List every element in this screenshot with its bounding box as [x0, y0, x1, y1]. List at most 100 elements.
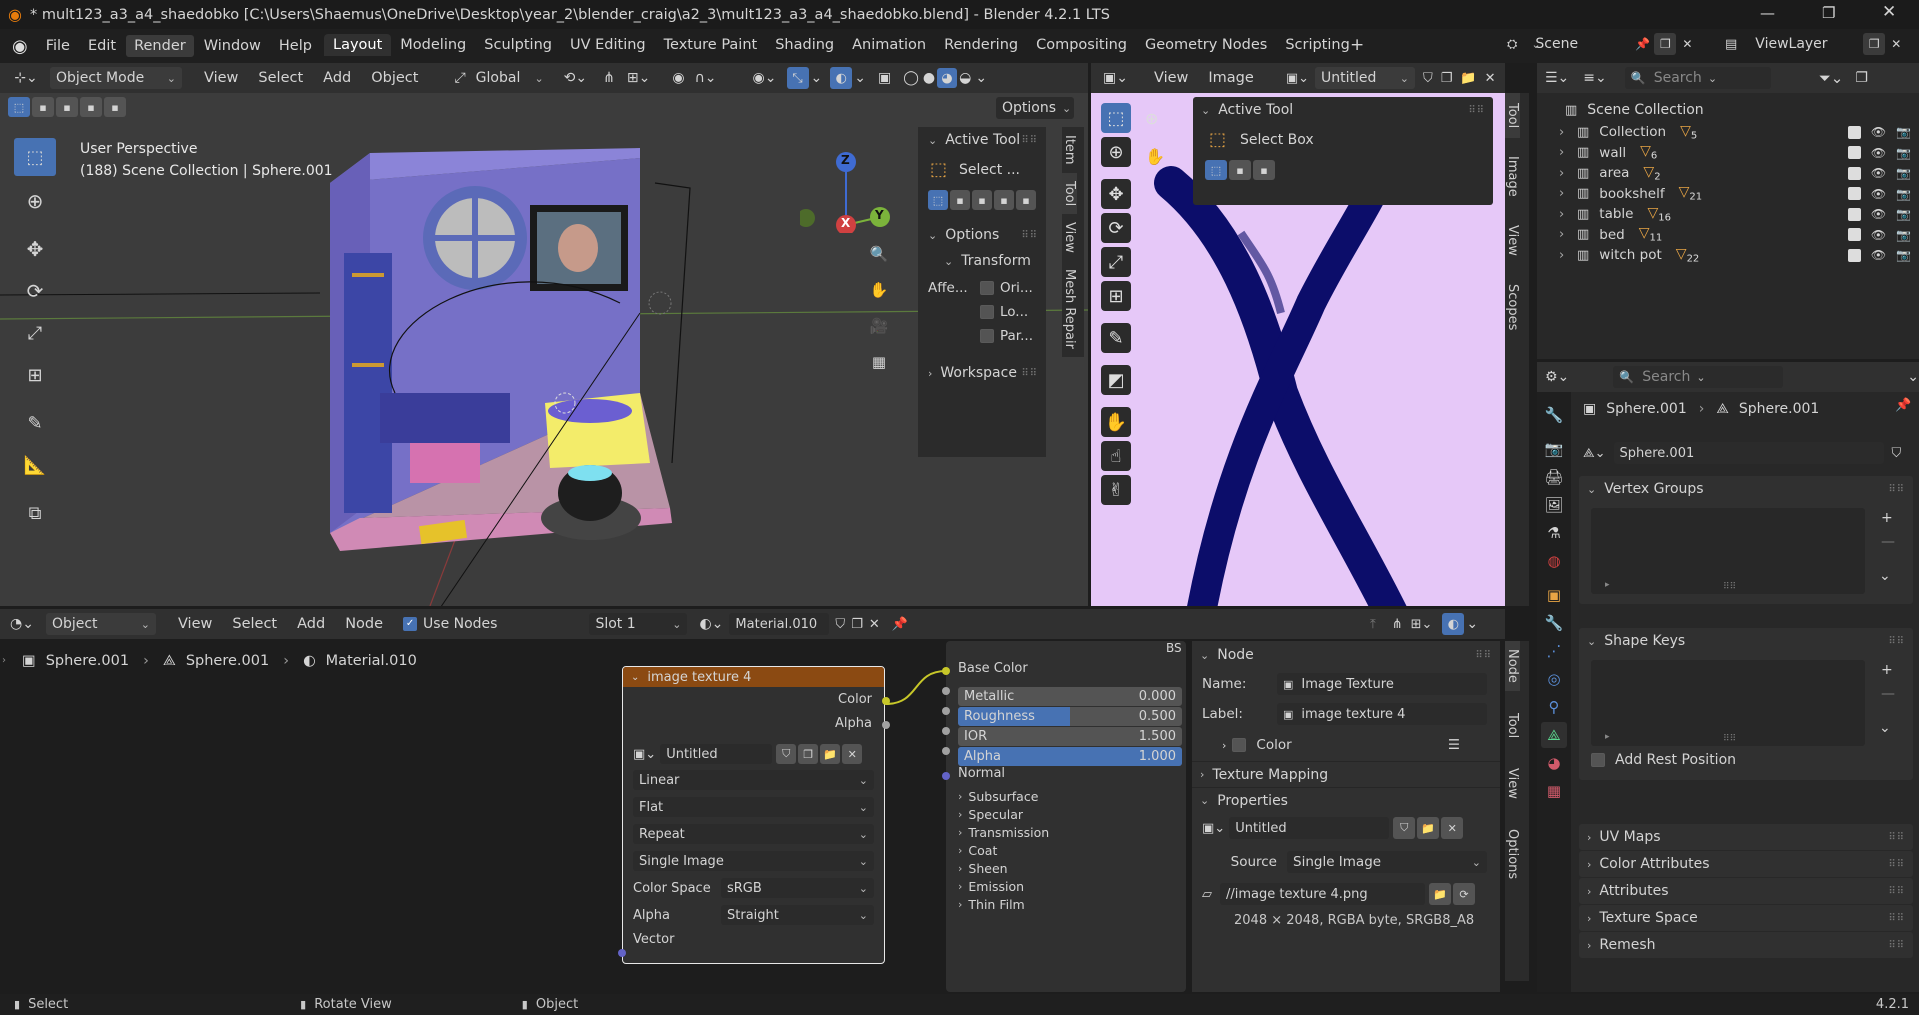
viewport-tab-mesh-repair[interactable]: Mesh Repair — [1062, 261, 1077, 357]
properties-type-icon[interactable]: ⚙⌄ — [1545, 369, 1569, 385]
viewlayer-name[interactable]: ViewLayer — [1755, 36, 1863, 52]
open-image-icon[interactable]: 📁 — [1460, 71, 1476, 86]
affect-locations-checkbox[interactable] — [980, 305, 994, 319]
visibility-eye-icon[interactable]: 👁 — [1871, 125, 1886, 139]
expand-icon[interactable]: › — [1559, 125, 1577, 140]
scene-selector[interactable]: ⛭ Scene 📌 ❐ ✕ — [1507, 33, 1698, 55]
base-color-socket[interactable] — [942, 667, 950, 675]
options-header[interactable]: ⌄ Options ⠿⠿ — [918, 222, 1046, 248]
bsdf-metallic-field[interactable]: Metallic 0.000 — [958, 687, 1182, 706]
modifier-tab-icon[interactable]: 🔧 — [1541, 610, 1567, 636]
side-image-field[interactable]: Untitled — [1229, 817, 1390, 839]
outliner-type-icon[interactable]: ☰⌄ — [1545, 70, 1569, 86]
np-select-subtract-icon[interactable]: ▪ — [972, 190, 992, 210]
outliner-row[interactable]: › ▥ table ▽16 👁 📷 — [1537, 204, 1919, 225]
new-image-icon[interactable]: ❐ — [1441, 71, 1453, 86]
scale-tool-icon[interactable]: ⤢ — [14, 314, 56, 352]
bsdf-section-thin-film[interactable]: › Thin Film — [958, 895, 1182, 913]
mesh-browse-icon[interactable]: ⟁⌄ — [1583, 446, 1606, 461]
outliner[interactable]: ☰⌄ ≡⌄ 🔍 Search ⏷⌄ ❐ ▥ Scene Collection ›… — [1537, 63, 1919, 359]
ie-tab-image[interactable]: Image — [1505, 146, 1520, 207]
visibility-eye-icon[interactable]: 👁 — [1871, 248, 1886, 262]
ie-tab-scopes[interactable]: Scopes — [1505, 274, 1520, 340]
navigation-gizmo[interactable]: Z Y X — [797, 133, 900, 279]
np-select-new-icon[interactable]: ⬚ — [928, 190, 948, 210]
workspace-tab-geometry-nodes[interactable]: Geometry Nodes — [1136, 34, 1276, 56]
bsdf-input-socket[interactable] — [942, 707, 950, 715]
side-fake-user-icon[interactable]: ⛉ — [1393, 817, 1416, 839]
shape-key-menu-icon[interactable]: ⌄ — [1879, 720, 1891, 736]
prop-section-texture-space[interactable]: › Texture Space ⠿⠿ — [1579, 905, 1913, 931]
ie-scale-tool-icon[interactable]: ⤢ — [1101, 247, 1131, 277]
image-editor[interactable]: ▣⌄ ViewImage ▣⌄ Untitled ⛉ ❐ 📁 ✕ ⬚ ⊕ ✥ ⟳… — [1091, 63, 1505, 606]
add-vertex-group-icon[interactable]: + — [1881, 510, 1893, 526]
alpha-output-socket[interactable] — [882, 721, 890, 729]
camera-view-icon[interactable]: 🎥 — [866, 313, 892, 339]
principled-bsdf-node[interactable]: BS Base Color Metallic 0.000 Roughness 0.50… — [942, 641, 1186, 992]
viewlayer-selector[interactable]: ▤ ViewLayer ❐ ✕ — [1725, 33, 1907, 55]
menu-render[interactable]: Render — [126, 35, 194, 57]
ie-move-tool-icon[interactable]: ✥ — [1101, 179, 1131, 209]
image-browse-icon[interactable]: ▣⌄ — [1286, 71, 1309, 86]
node-color-checkbox[interactable] — [1232, 738, 1247, 752]
ortho-grid-icon[interactable]: ▦ — [866, 349, 892, 375]
bsdf-section-specular[interactable]: › Specular — [958, 805, 1182, 823]
menu-window[interactable]: Window — [196, 35, 269, 57]
properties-editor[interactable]: ⚙⌄ 🔍 Search ⌄ 🔧 📷 🖨 🖼 ⚗ ◍ ▣ 🔧 ⋰ ◎ ⚲ ⟁ ◕ … — [1537, 362, 1919, 992]
annotate-tool-icon[interactable]: ✎ — [14, 404, 56, 442]
delete-scene-icon[interactable]: ✕ — [1676, 33, 1698, 55]
add-cube-tool-icon[interactable]: ⧉ — [14, 494, 56, 532]
node-tab-view[interactable]: View — [1505, 760, 1520, 807]
close-icon[interactable]: ✕ — [1882, 2, 1896, 22]
exclude-checkbox[interactable] — [1847, 228, 1861, 242]
select-box-tool-icon[interactable]: ⬚ — [14, 138, 56, 176]
workspace-header[interactable]: › Workspace ⠿⠿ — [918, 360, 1046, 386]
node-unlink-image-icon[interactable]: ✕ — [842, 744, 863, 764]
image-editor-type-icon[interactable]: ▣⌄ — [1103, 70, 1128, 86]
workspace-tab-scripting[interactable]: Scripting — [1276, 34, 1358, 56]
node-fake-user-icon[interactable]: ⛉ — [776, 744, 797, 764]
texture-tab-icon[interactable]: ▦ — [1541, 778, 1567, 804]
measure-tool-icon[interactable]: 📐 — [14, 446, 56, 484]
node-name-field[interactable]: ▣ Image Texture — [1277, 673, 1487, 695]
ie-active-tool-header[interactable]: ⌄ Active Tool ⠿⠿ — [1193, 97, 1493, 123]
particles-tab-icon[interactable]: ⋰ — [1541, 638, 1567, 664]
tool-tab-icon[interactable]: 🔧 — [1541, 402, 1567, 428]
bsdf-ior-field[interactable]: IOR 1.500 — [958, 727, 1182, 746]
remove-vertex-group-icon[interactable]: — — [1881, 534, 1895, 550]
node-color-menu-icon[interactable]: ☰ — [1448, 737, 1460, 753]
bsdf-input-socket[interactable] — [942, 727, 950, 735]
outliner-row[interactable]: › ▥ witch pot ▽22 👁 📷 — [1537, 245, 1919, 266]
exclude-checkbox[interactable] — [1847, 248, 1861, 262]
active-tool-header[interactable]: ⌄ Active Tool ⠿⠿ — [918, 127, 1046, 153]
node-color-row[interactable]: › Color ☰ — [1192, 729, 1500, 761]
image-name-field[interactable]: Untitled — [1315, 67, 1415, 89]
workspace-tab-rendering[interactable]: Rendering — [935, 34, 1027, 56]
render-camera-icon[interactable]: 📷 — [1896, 146, 1911, 160]
world-tab-icon[interactable]: ◍ — [1541, 548, 1567, 574]
workspace-tab-sculpting[interactable]: Sculpting — [475, 34, 561, 56]
workspace-tab-shading[interactable]: Shading — [766, 34, 843, 56]
blender-menu-icon[interactable]: ◉ — [12, 36, 28, 57]
color-space-dropdown[interactable]: sRGB — [721, 878, 874, 898]
new-viewlayer-icon[interactable]: ❐ — [1863, 33, 1886, 55]
prop-section-attributes[interactable]: › Attributes ⠿⠿ — [1579, 878, 1913, 904]
menu-file[interactable]: File — [38, 35, 78, 57]
render-camera-icon[interactable]: 📷 — [1896, 187, 1911, 201]
visibility-eye-icon[interactable]: 👁 — [1871, 228, 1886, 242]
texture-mapping-header[interactable]: › Texture Mapping — [1192, 761, 1500, 787]
outliner-row[interactable]: › ▥ bed ▽11 👁 📷 — [1537, 225, 1919, 246]
normal-socket[interactable] — [942, 772, 950, 780]
menu-edit[interactable]: Edit — [80, 35, 124, 57]
exclude-checkbox[interactable] — [1847, 166, 1861, 180]
ie-select-tool-icon[interactable]: ⬚ — [1101, 103, 1131, 133]
color-output-socket[interactable] — [882, 697, 890, 705]
expand-icon[interactable]: › — [1559, 186, 1577, 201]
prop-section-remesh[interactable]: › Remesh ⠿⠿ — [1579, 932, 1913, 958]
transform-header[interactable]: ⌄ Transform — [918, 248, 1046, 274]
render-tab-icon[interactable]: 📷 — [1541, 436, 1567, 462]
ie-rotate-tool-icon[interactable]: ⟳ — [1101, 213, 1131, 243]
visibility-eye-icon[interactable]: 👁 — [1871, 187, 1886, 201]
side-unlink-image-icon[interactable]: ✕ — [1441, 817, 1464, 839]
image-node-header[interactable]: ⌄ image texture 4 — [623, 667, 884, 687]
